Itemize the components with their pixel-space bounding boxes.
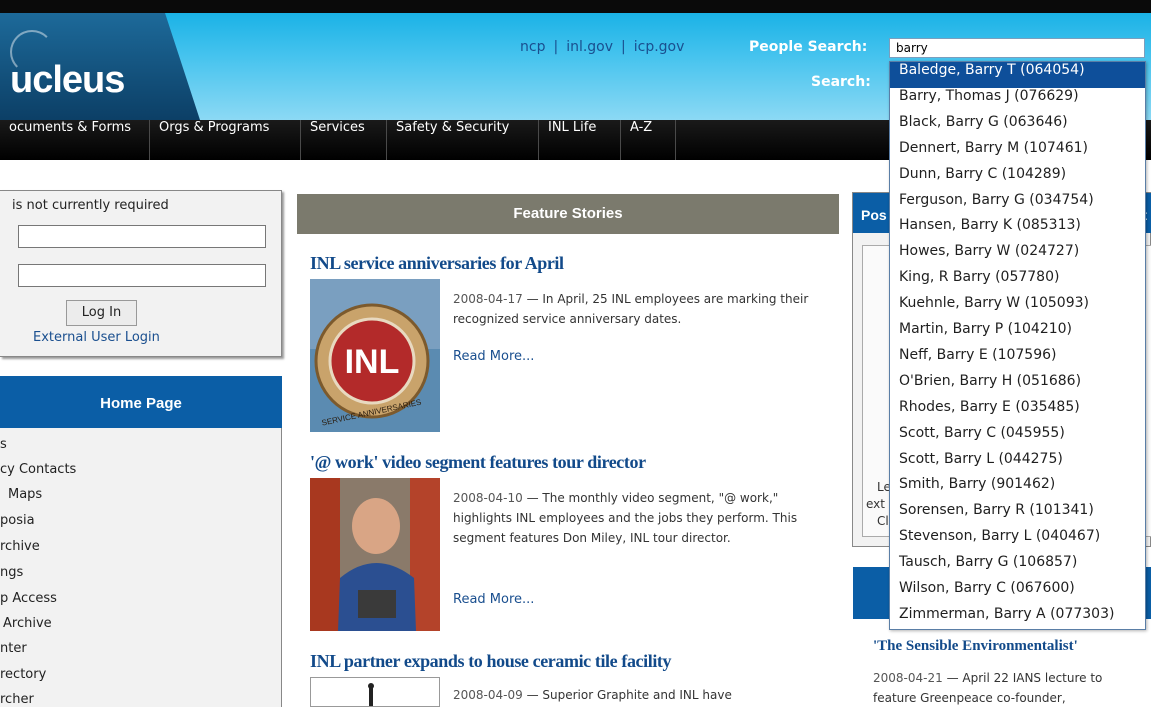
story-date: 2008-04-17 (453, 292, 523, 306)
nav-a-z[interactable]: A-Z (621, 120, 676, 160)
sensible-environmentalist-summary: 2008-04-21 — April 22 IANS lecture to fe… (873, 668, 1148, 708)
password-field[interactable] (18, 264, 266, 287)
story-date: 2008-04-21 (873, 671, 943, 685)
home-page-title: Home Page (0, 376, 282, 428)
home-link[interactable]: ngs (0, 565, 23, 580)
external-user-login-link[interactable]: External User Login (33, 330, 160, 345)
suggestion-item[interactable]: Smith, Barry (901462) (890, 476, 1145, 502)
suggestion-item[interactable]: Stevenson, Barry L (040467) (890, 528, 1145, 554)
inl-badge-icon: INL SERVICE ANNIVERSARIES (310, 279, 440, 432)
ceramic-facility-image[interactable] (310, 677, 440, 707)
story-title-link[interactable]: INL service anniversaries for April (310, 253, 564, 274)
home-link[interactable]: rcher (0, 692, 34, 707)
read-more-link[interactable]: Read More... (453, 349, 534, 364)
suggestion-item[interactable]: Wilson, Barry C (067600) (890, 580, 1145, 606)
suggestion-item[interactable]: Ferguson, Barry G (034754) (890, 192, 1145, 218)
nav-safety-security[interactable]: Safety & Security (387, 120, 539, 160)
story-summary: 2008-04-17 — In April, 25 INL employees … (453, 289, 833, 329)
person-photo-icon (310, 478, 440, 631)
suggestion-item[interactable]: Scott, Barry L (044275) (890, 451, 1145, 477)
story-date: 2008-04-09 (453, 688, 523, 702)
suggestion-item[interactable]: O'Brien, Barry H (051686) (890, 373, 1145, 399)
link-ncp[interactable]: ncp (520, 39, 545, 55)
suggestion-item[interactable]: Dennert, Barry M (107461) (890, 140, 1145, 166)
nav-services[interactable]: Services (301, 120, 387, 160)
story-title-link[interactable]: '@ work' video segment features tour dir… (310, 452, 646, 473)
home-link[interactable]: posia (0, 513, 35, 528)
username-field[interactable] (18, 225, 266, 248)
home-link[interactable]: Archive (3, 616, 52, 631)
suggestion-item[interactable]: Neff, Barry E (107596) (890, 347, 1145, 373)
suggestion-item[interactable]: Martin, Barry P (104210) (890, 321, 1145, 347)
login-note: is not currently required (12, 198, 169, 213)
link-inl-gov[interactable]: inl.gov (566, 39, 613, 55)
people-search-label: People Search: (749, 39, 868, 55)
suggestion-item[interactable]: Baledge, Barry T (064054) (890, 62, 1145, 88)
link-separator: | (621, 39, 626, 55)
home-link[interactable]: s (0, 437, 7, 452)
header-links: ncp | inl.gov | icp.gov (520, 39, 684, 55)
site-logo[interactable]: ucleus (10, 59, 125, 102)
home-link[interactable]: Maps (8, 487, 42, 502)
suggestion-item[interactable]: King, R Barry (057780) (890, 269, 1145, 295)
link-icp-gov[interactable]: icp.gov (634, 39, 685, 55)
right-panel-text: Cl (877, 514, 889, 528)
home-link[interactable]: rchive (0, 539, 40, 554)
login-button[interactable]: Log In (66, 300, 137, 326)
read-more-link[interactable]: Read More... (453, 592, 534, 607)
svg-text:INL: INL (345, 343, 400, 381)
right-panel-text: ext (866, 497, 885, 511)
suggestion-item[interactable]: Sorensen, Barry R (101341) (890, 502, 1145, 528)
story-text: — Superior Graphite and INL have (522, 688, 732, 702)
suggestion-item[interactable]: Barry, Thomas J (076629) (890, 88, 1145, 114)
sensible-environmentalist-link[interactable]: 'The Sensible Environmentalist' (873, 638, 1078, 655)
home-link[interactable]: nter (0, 641, 27, 656)
home-link[interactable]: cy Contacts (0, 462, 76, 477)
people-search-input[interactable]: barry (889, 38, 1145, 58)
inl-anniversary-badge-image[interactable]: INL SERVICE ANNIVERSARIES (310, 279, 440, 432)
suggestion-item[interactable]: Tausch, Barry G (106857) (890, 554, 1145, 580)
facility-icon (368, 683, 374, 706)
suggestion-item[interactable]: Kuehnle, Barry W (105093) (890, 295, 1145, 321)
tour-director-photo[interactable] (310, 478, 440, 631)
suggestion-item[interactable]: Scott, Barry C (045955) (890, 425, 1145, 451)
link-separator: | (553, 39, 559, 55)
nav-inl-life[interactable]: INL Life (539, 120, 621, 160)
nav-documents-forms[interactable]: ocuments & Forms (0, 120, 150, 160)
nav-orgs-programs[interactable]: Orgs & Programs (150, 120, 301, 160)
suggestion-item[interactable]: Hansen, Barry K (085313) (890, 217, 1145, 243)
suggestion-item[interactable]: Rhodes, Barry E (035485) (890, 399, 1145, 425)
top-black-strip (0, 0, 1151, 13)
story-date: 2008-04-10 (453, 491, 523, 505)
suggestion-item[interactable]: Black, Barry G (063646) (890, 114, 1145, 140)
story-title-link[interactable]: INL partner expands to house ceramic til… (310, 651, 672, 672)
story-summary: 2008-04-10 — The monthly video segment, … (453, 488, 833, 548)
suggestion-item[interactable]: Howes, Barry W (024727) (890, 243, 1145, 269)
suggestion-item[interactable]: Zimmerman, Barry A (077303) (890, 606, 1145, 632)
suggestion-item[interactable]: Dunn, Barry C (104289) (890, 166, 1145, 192)
home-link[interactable]: rectory (0, 667, 46, 682)
feature-stories-header: Feature Stories (297, 194, 839, 234)
home-link[interactable]: p Access (0, 591, 57, 606)
story-summary: 2008-04-09 — Superior Graphite and INL h… (453, 685, 833, 705)
search-label: Search: (811, 74, 871, 90)
